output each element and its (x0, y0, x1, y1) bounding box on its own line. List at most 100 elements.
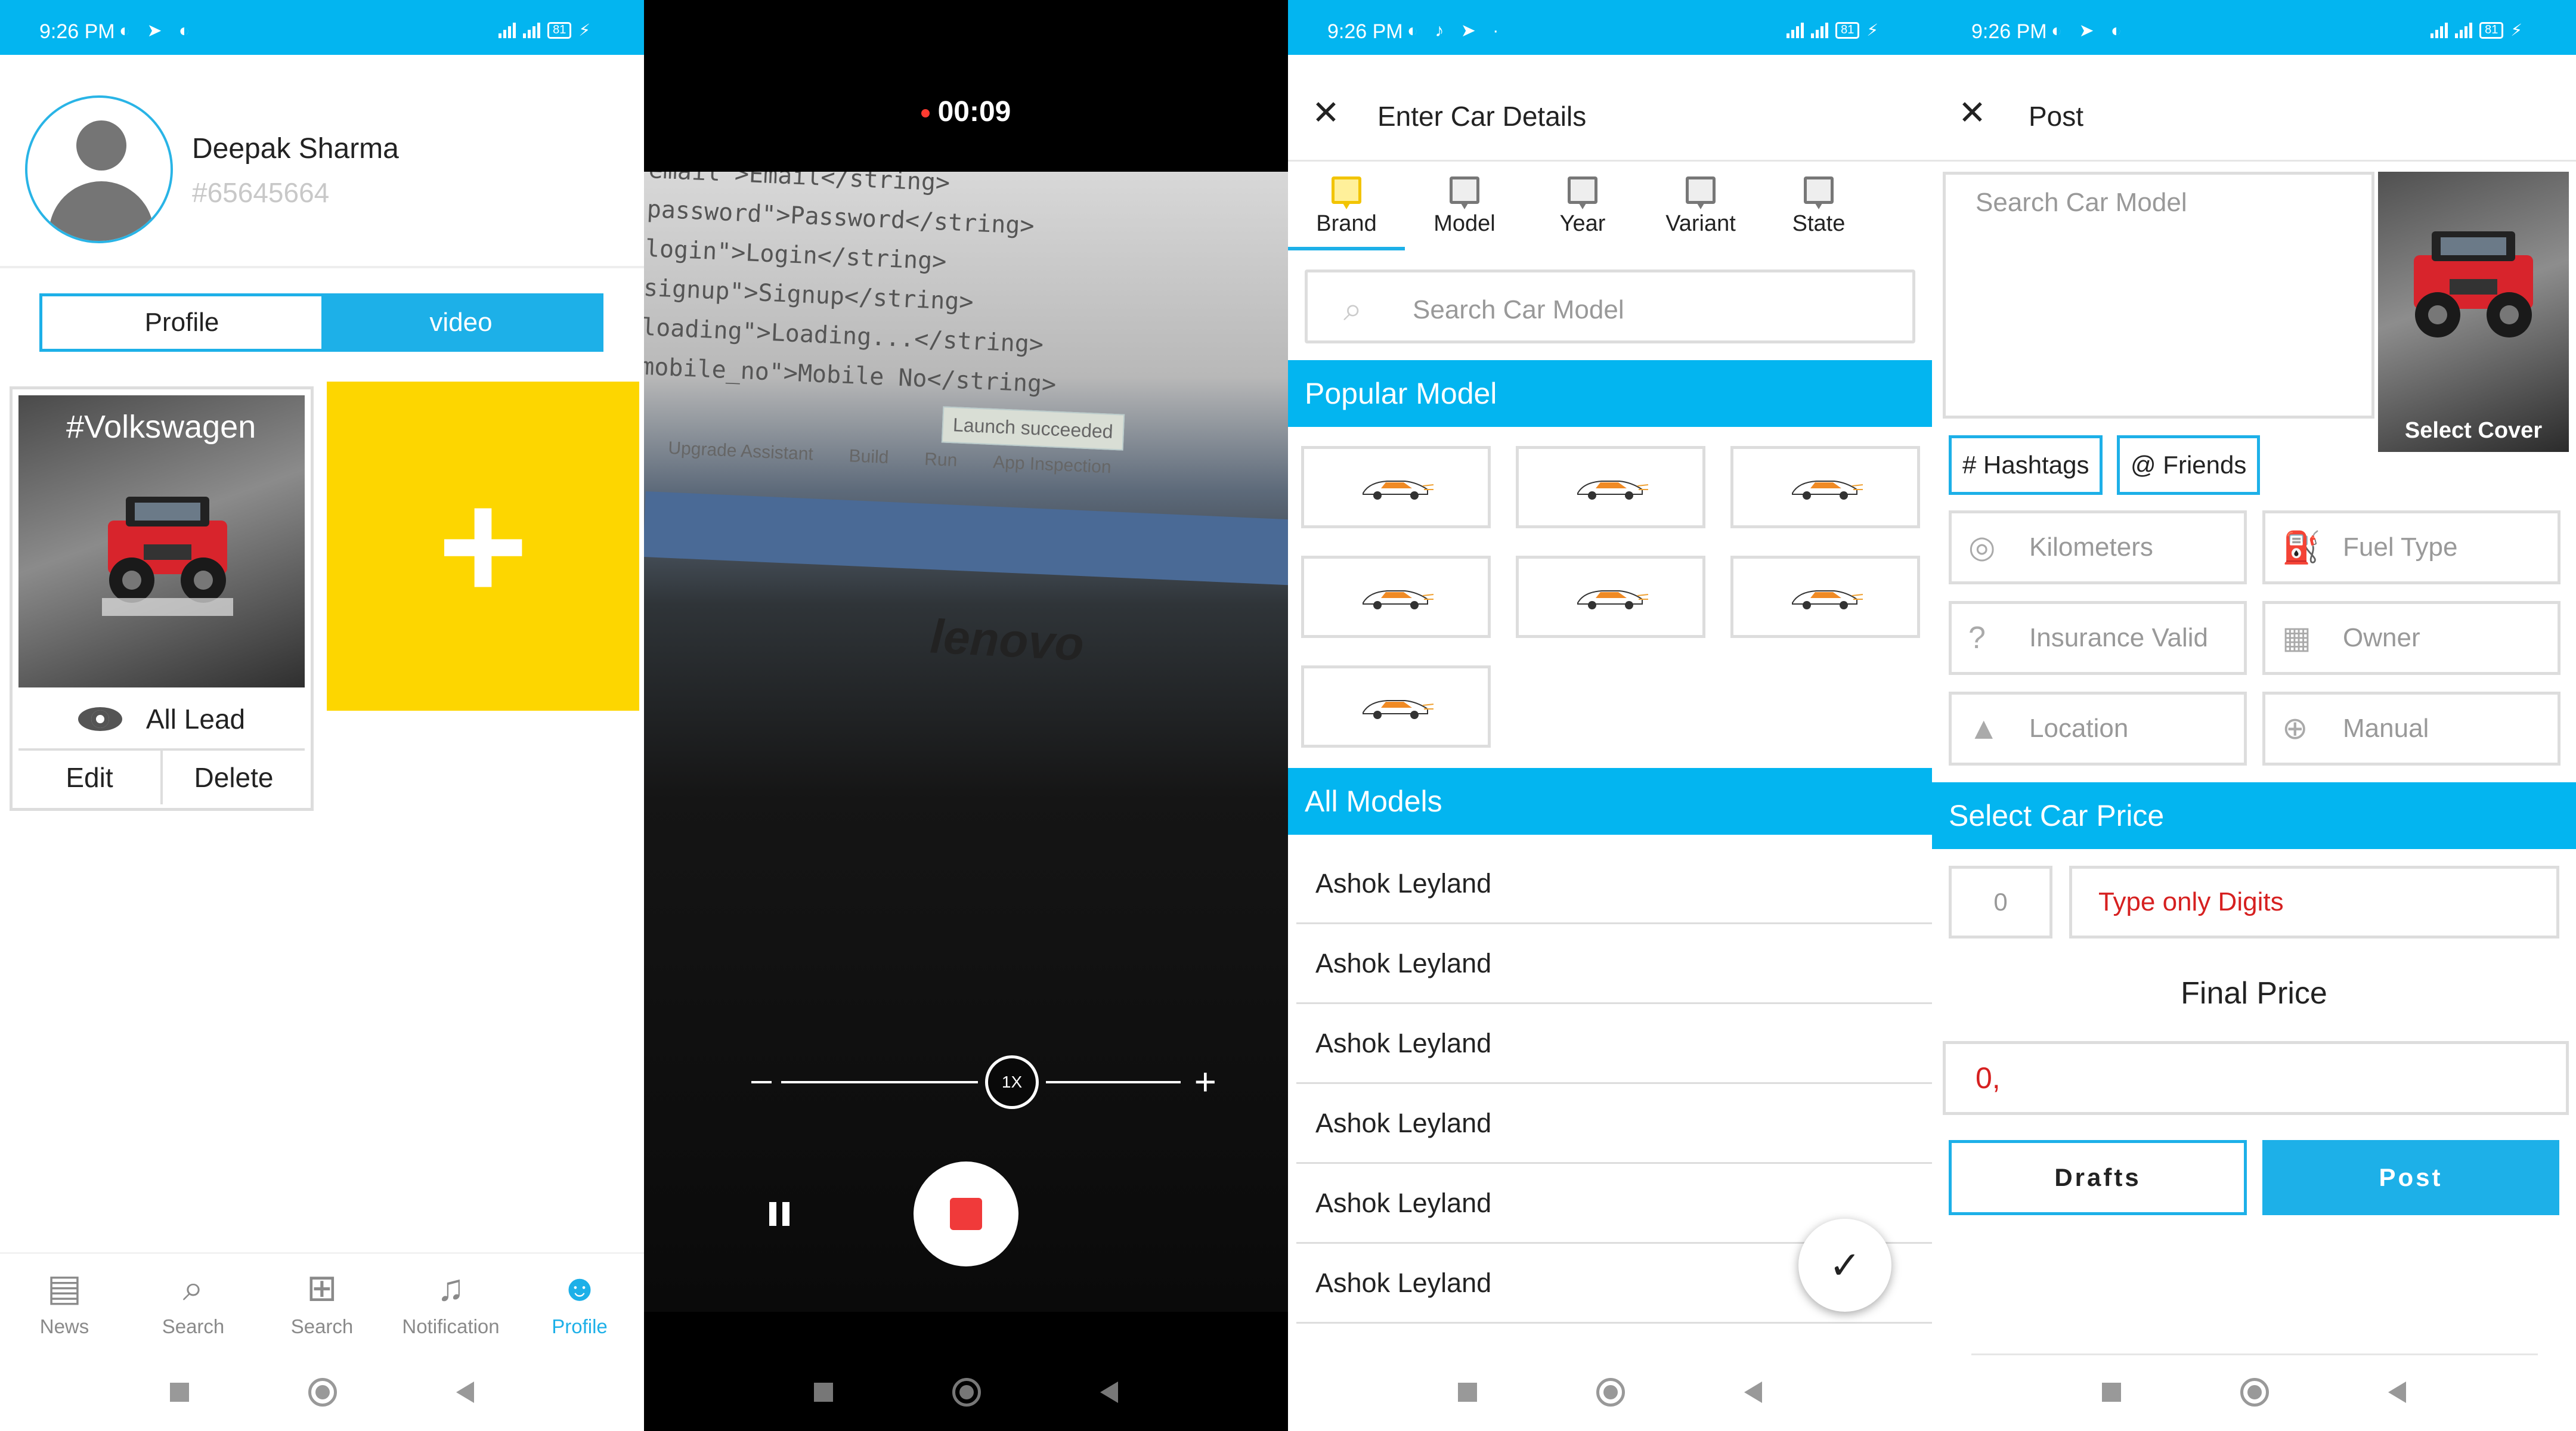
tab-profile[interactable]: Profile (42, 296, 321, 349)
step-brand[interactable]: Brand (1299, 176, 1394, 237)
location-field[interactable]: ▲ Location (1949, 692, 2247, 766)
owner-field[interactable]: ▦ Owner (2262, 601, 2560, 675)
system-nav-bar (644, 1353, 1288, 1431)
add-video-button[interactable]: + (327, 382, 639, 711)
video-tag: #Volkswagen (66, 409, 256, 445)
zoom-out-icon[interactable] (751, 1081, 772, 1083)
recording-dot-icon (921, 109, 930, 118)
hashtags-button[interactable]: # Hashtags (1949, 435, 2103, 495)
tab-news[interactable]: ▤ News (0, 1254, 129, 1353)
charging-icon: ⚡ (1866, 21, 1878, 39)
popular-model-tile[interactable] (1730, 446, 1920, 528)
recents-button[interactable] (170, 1383, 189, 1402)
bottom-tab-bar: ▤ News ⌕ Search ⊞ Search ♫ Notification … (0, 1252, 644, 1353)
news-icon: ▤ (47, 1267, 82, 1309)
tab-label: Search (162, 1315, 225, 1337)
final-price-field[interactable]: 0, (1943, 1041, 2569, 1115)
jeep-image (2414, 231, 2533, 337)
list-item[interactable]: Ashok Leyland (1296, 924, 1932, 1004)
avatar[interactable] (25, 95, 173, 243)
popular-model-tile[interactable] (1516, 556, 1705, 638)
field-label: Insurance Valid (2029, 623, 2209, 652)
step-model[interactable]: Model (1417, 176, 1512, 237)
divider (1932, 160, 2576, 162)
home-button[interactable] (952, 1378, 981, 1407)
step-year[interactable]: Year (1535, 176, 1630, 237)
edit-button[interactable]: Edit (18, 751, 163, 804)
lead-row[interactable]: All Lead (18, 693, 305, 745)
battery-icon: 81 (1835, 21, 1860, 39)
delete-button[interactable]: Delete (163, 751, 305, 804)
zoom-in-icon[interactable]: + (1194, 1063, 1216, 1101)
popular-model-tile[interactable] (1301, 665, 1491, 748)
ide-item: App Inspection (992, 452, 1112, 478)
car-model-search-input[interactable]: ⌕ Search Car Model (1305, 270, 1915, 343)
video-thumbnail[interactable]: #Volkswagen (18, 395, 305, 687)
step-state[interactable]: State (1771, 176, 1866, 237)
car-icon (1363, 590, 1434, 609)
home-button[interactable] (308, 1378, 337, 1407)
popular-model-tile[interactable] (1301, 446, 1491, 528)
list-item[interactable]: Ashok Leyland (1296, 1084, 1932, 1164)
back-button[interactable] (456, 1382, 474, 1403)
popular-model-tile[interactable] (1730, 556, 1920, 638)
notification-icons: ◐ ➤ ◐ (119, 21, 196, 41)
search-icon: ⌕ (1343, 290, 1363, 327)
video-card[interactable]: #Volkswagen All Lead Edit Delete (10, 386, 314, 811)
back-button[interactable] (2388, 1382, 2406, 1403)
list-item[interactable]: Ashok Leyland (1296, 844, 1932, 924)
recents-button[interactable] (1458, 1383, 1477, 1402)
insurance-field[interactable]: ? Insurance Valid (1949, 601, 2247, 675)
confirm-button[interactable]: ✓ (1798, 1219, 1891, 1312)
battery-icon: 81 (2479, 21, 2504, 39)
charging-icon: ⚡ (2510, 21, 2522, 39)
friends-button[interactable]: @ Friends (2117, 435, 2261, 495)
popular-model-tile[interactable] (1516, 446, 1705, 528)
close-icon[interactable]: ✕ (1312, 93, 1340, 132)
search-placeholder: Search Car Model (1413, 295, 1624, 324)
recents-button[interactable] (814, 1383, 833, 1402)
tab-video[interactable]: video (321, 296, 600, 349)
post-description-input[interactable]: Search Car Model (1943, 172, 2374, 419)
kilometers-field[interactable]: ◎ Kilometers (1949, 510, 2247, 584)
check-icon: ✓ (1829, 1243, 1861, 1287)
post-button[interactable]: Post (2262, 1140, 2559, 1215)
zoom-slider[interactable]: 1X + (751, 1055, 1216, 1109)
home-button[interactable] (1596, 1378, 1625, 1407)
recents-button[interactable] (2102, 1383, 2121, 1402)
pause-icon[interactable] (769, 1202, 795, 1228)
popular-model-tile[interactable] (1301, 556, 1491, 638)
camera-preview[interactable]: email">Email</string> password">Password… (644, 172, 1288, 1312)
divider (1288, 160, 1932, 162)
active-step-indicator (1288, 247, 1405, 250)
stop-record-button[interactable] (914, 1161, 1018, 1266)
profile-video-toggle: Profile video (39, 293, 603, 352)
price-input[interactable]: 0 (1949, 866, 2052, 938)
tab-add[interactable]: ⊞ Search (258, 1254, 386, 1353)
divider (0, 266, 644, 268)
price-digits-input[interactable]: Type only Digits (2069, 866, 2559, 938)
back-button[interactable] (1100, 1382, 1118, 1403)
close-icon[interactable]: ✕ (1958, 93, 1986, 132)
video-actions: Edit Delete (18, 748, 305, 804)
plus-square-icon: ⊞ (306, 1267, 338, 1309)
car-icon (1577, 481, 1649, 500)
system-nav-bar (0, 1353, 644, 1431)
ide-item: Build (849, 446, 890, 468)
stop-icon (950, 1198, 982, 1230)
fuel-type-field[interactable]: ⛽ Fuel Type (2262, 510, 2560, 584)
list-item[interactable]: Ashok Leyland (1296, 1004, 1932, 1084)
tab-notification[interactable]: ♫ Notification (386, 1254, 515, 1353)
transmission-field[interactable]: ⊕ Manual (2262, 692, 2560, 766)
car-icon (1577, 590, 1649, 609)
back-button[interactable] (1744, 1382, 1762, 1403)
home-button[interactable] (2240, 1378, 2269, 1407)
step-variant[interactable]: Variant (1653, 176, 1748, 237)
tab-search[interactable]: ⌕ Search (129, 1254, 258, 1353)
drafts-button[interactable]: Drafts (1949, 1140, 2247, 1215)
tab-profile-nav[interactable]: ☻ Profile (515, 1254, 644, 1353)
tab-label: Notification (402, 1315, 500, 1337)
zoom-knob[interactable]: 1X (985, 1055, 1039, 1109)
select-cover-button[interactable]: Select Cover (2378, 172, 2569, 452)
field-label: Owner (2343, 623, 2420, 652)
